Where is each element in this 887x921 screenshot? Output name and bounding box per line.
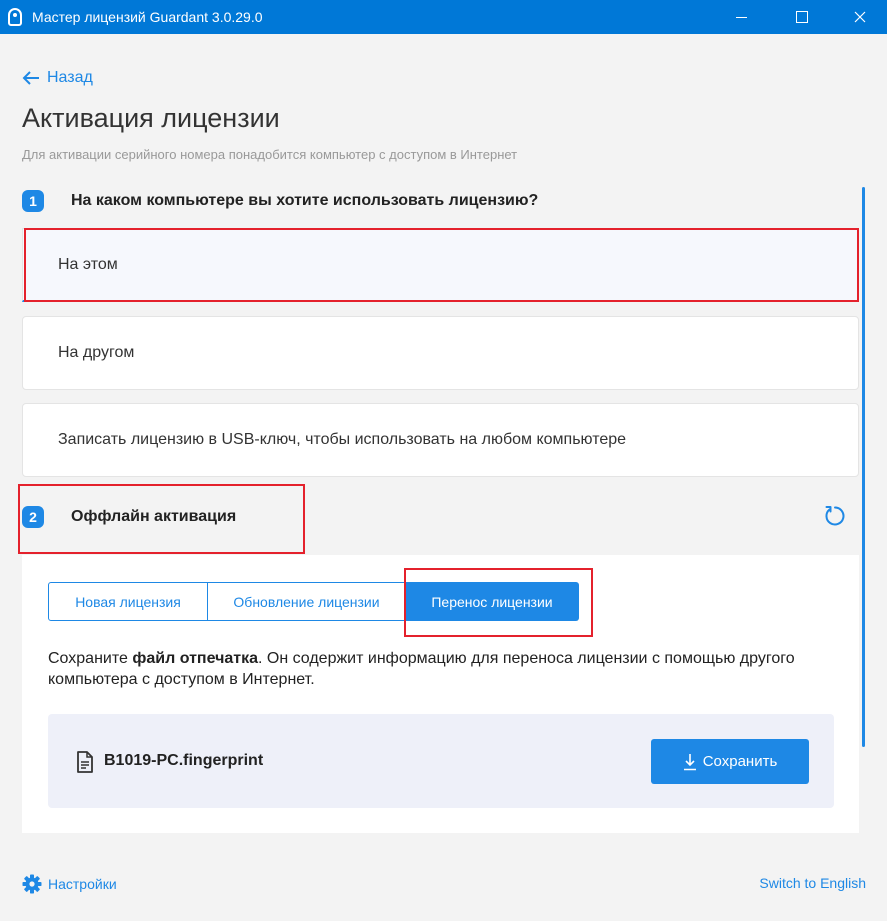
download-icon	[683, 753, 696, 770]
save-label: Сохранить	[702, 753, 778, 770]
option-label: На другом	[58, 344, 135, 361]
switch-language-link[interactable]: Switch to English	[759, 875, 866, 891]
desc-bold: файл отпечатка	[132, 650, 258, 667]
transfer-description: Сохраните файл отпечатка. Он содержит ин…	[48, 648, 818, 690]
option-label: На этом	[58, 255, 118, 273]
option-other-computer[interactable]: На другом	[22, 316, 859, 390]
option-label: Записать лицензию в USB-ключ, чтобы испо…	[58, 431, 627, 448]
title-bar: Мастер лицензий Guardant 3.0.29.0	[0, 0, 887, 34]
settings-link[interactable]: Настройки	[22, 873, 117, 895]
page-title: Активация лицензии	[22, 103, 280, 133]
minimize-button[interactable]	[718, 0, 764, 34]
step-2-number: 2	[22, 506, 44, 528]
option-usb-key[interactable]: Записать лицензию в USB-ключ, чтобы испо…	[22, 403, 859, 477]
window-title: Мастер лицензий Guardant 3.0.29.0	[32, 9, 263, 25]
close-button[interactable]	[838, 0, 884, 34]
tab-update-license[interactable]: Обновление лицензии	[208, 582, 406, 621]
save-button[interactable]: Сохранить	[651, 739, 809, 784]
option-this-computer[interactable]: На этом	[22, 228, 859, 302]
tab-transfer-license[interactable]: Перенос лицензии	[406, 582, 579, 621]
back-label: Назад	[47, 69, 93, 86]
step-2-title: Оффлайн активация	[71, 508, 237, 525]
tab-new-license[interactable]: Новая лицензия	[48, 582, 208, 621]
close-icon	[854, 11, 866, 23]
fingerprint-file-name: B1019-PC.fingerprint	[104, 752, 264, 769]
refresh-icon[interactable]	[822, 503, 848, 529]
settings-label: Настройки	[48, 876, 117, 892]
step-1-number: 1	[22, 190, 44, 212]
license-tabs: Новая лицензия Обновление лицензии Перен…	[48, 582, 579, 621]
maximize-button[interactable]	[778, 0, 824, 34]
page-subtitle: Для активации серийного номера понадобит…	[22, 147, 518, 162]
desc-prefix: Сохраните	[48, 650, 133, 667]
back-link[interactable]: Назад	[22, 68, 93, 88]
scrollbar[interactable]	[862, 187, 865, 747]
guardant-key-icon	[8, 8, 22, 26]
step-1-title: На каком компьютере вы хотите использова…	[71, 192, 539, 209]
gear-icon	[22, 874, 42, 894]
file-document-icon	[77, 751, 93, 773]
arrow-left-icon	[22, 71, 39, 85]
